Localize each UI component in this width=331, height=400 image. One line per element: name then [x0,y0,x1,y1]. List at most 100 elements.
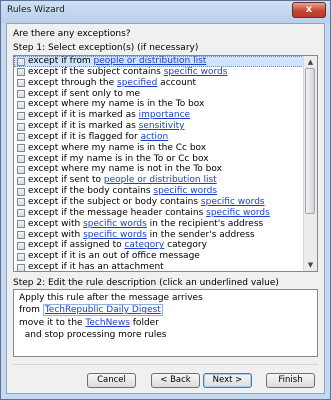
exception-checkbox[interactable] [17,68,25,77]
exception-checkbox[interactable] [17,231,25,239]
exception-row[interactable]: except if it has an attachment [14,262,304,272]
exception-row[interactable]: except if assigned to category category [14,240,304,251]
exception-value-link[interactable]: specific words [164,67,228,77]
rule-description-box: Apply this rule after the message arrive… [13,289,318,357]
exception-text: except where my name is in the To box [28,99,205,110]
exception-value-link[interactable]: specific words [201,197,265,207]
folder-link[interactable]: TechNews [85,318,129,328]
exception-checkbox[interactable] [17,79,25,88]
rules-wizard-window: Rules Wizard x Are there any exceptions?… [0,0,331,400]
sender-link[interactable]: TechRepublic Daily Digest [42,304,163,316]
exception-row[interactable]: except if sent to people or distribution… [14,175,304,186]
description-move-suffix: folder [129,318,159,328]
exception-row[interactable]: except with specific words in the recipi… [14,219,304,230]
exception-text: except with [28,218,84,229]
exception-checkbox[interactable] [17,165,25,174]
exception-text: except with [28,229,84,240]
exception-value-link[interactable]: specific words [206,208,270,218]
exception-row[interactable]: except if the subject or body contains s… [14,197,304,208]
exception-row[interactable]: except if it is marked as sensitivity [14,121,304,132]
close-button[interactable]: x [292,2,326,18]
exception-text: category [164,240,207,251]
exception-row[interactable]: except with specific words in the sender… [14,230,304,241]
exception-checkbox[interactable] [17,122,25,131]
scrollbar-thumb[interactable] [305,68,315,214]
exception-value-link[interactable]: specific words [153,186,217,196]
exception-checkbox[interactable] [17,144,25,153]
next-button[interactable]: Next > [203,373,252,388]
description-line-from: from TechRepublic Daily Digest [19,304,163,316]
title-bar[interactable]: Rules Wizard x [1,1,330,21]
exception-checkbox[interactable] [17,57,25,66]
exception-text: except if my name is in the To or Cc box [28,153,209,164]
exception-text: except if the subject or body contains [28,196,201,207]
scroll-down-arrow-icon[interactable]: ▼ [304,259,317,271]
exception-text: except if it is marked as [28,121,139,132]
description-line-move: move it to the TechNews folder [19,318,159,328]
exception-row[interactable]: except where my name is not in the To bo… [14,164,304,175]
cancel-button[interactable]: Cancel [87,373,136,388]
exception-text: except if the body contains [28,186,154,197]
description-line-stop: and stop processing more rules [19,330,167,340]
exception-row[interactable]: except if the subject contains specific … [14,67,304,78]
exception-row[interactable]: except if the body contains specific wor… [14,186,304,197]
exception-row[interactable]: except through the specified account [14,78,304,89]
exception-value-link[interactable]: action [141,132,169,142]
exception-value-link[interactable]: specific words [83,230,147,240]
exception-checkbox[interactable] [17,220,25,229]
exception-row[interactable]: except if my name is in the To or Cc box [14,154,304,165]
exception-checkbox[interactable] [17,252,25,261]
exception-checkbox[interactable] [17,111,25,120]
exception-text: except if the subject contains [28,66,164,77]
wizard-body: Are there any exceptions? Step 1: Select… [6,23,325,394]
exception-checkbox[interactable] [17,241,25,250]
exception-row[interactable]: except if it is flagged for action [14,132,304,143]
exception-text: except if it has an attachment [28,262,164,272]
exception-row[interactable]: except where my name is in the Cc box [14,143,304,154]
description-from-prefix: from [19,305,43,315]
exception-text: except where my name is in the Cc box [28,142,207,153]
exceptions-list-items: except if from people or distribution li… [14,56,304,272]
exception-checkbox[interactable] [17,209,25,218]
exception-value-link[interactable]: specified [117,78,157,88]
exception-checkbox[interactable] [17,100,25,109]
exception-row[interactable]: except if the message header contains sp… [14,208,304,219]
exception-checkbox[interactable] [17,155,25,164]
exceptions-list[interactable]: except if from people or distribution li… [13,55,318,272]
step2-label: Step 2: Edit the rule description (click… [13,278,279,288]
exception-checkbox[interactable] [17,198,25,207]
exception-text: except if it is marked as [28,110,139,121]
exceptions-scrollbar[interactable]: ▲ ▼ [303,56,317,271]
exception-text: except if from [28,56,94,66]
exception-value-link[interactable]: people or distribution list [104,175,217,185]
exception-value-link[interactable]: category [124,240,164,250]
description-move-prefix: move it to the [19,318,86,328]
back-button[interactable]: < Back [151,373,200,388]
exception-value-link[interactable]: specific words [83,219,147,229]
exception-row[interactable]: except if it is marked as importance [14,110,304,121]
window-title: Rules Wizard [7,5,65,15]
exception-checkbox[interactable] [17,90,25,99]
exception-checkbox[interactable] [17,263,25,271]
exception-row[interactable]: except if sent only to me [14,89,304,100]
finish-button[interactable]: Finish [266,373,315,388]
scroll-up-arrow-icon[interactable]: ▲ [304,56,317,68]
exception-checkbox[interactable] [17,187,25,196]
exception-row[interactable]: except if it is an out of office message [14,251,304,262]
exception-row[interactable]: except if from people or distribution li… [14,56,304,67]
description-line-apply: Apply this rule after the message arrive… [19,293,203,303]
exception-text: in the recipient's address [146,218,264,229]
exception-text: account [157,77,197,88]
exception-text: except where my name is not in the To bo… [28,164,222,175]
exception-text: except if it is an out of office message [28,251,200,262]
exception-text: except if sent only to me [28,88,141,99]
button-divider [13,364,318,365]
exception-checkbox[interactable] [17,176,25,185]
exception-text: except if it is flagged for [28,131,141,142]
exception-value-link[interactable]: importance [139,110,190,120]
exception-value-link[interactable]: people or distribution list [93,56,206,66]
exception-text: in the sender's address [146,229,255,240]
exception-row[interactable]: except where my name is in the To box [14,99,304,110]
exception-checkbox[interactable] [17,133,25,142]
exception-value-link[interactable]: sensitivity [139,121,185,131]
